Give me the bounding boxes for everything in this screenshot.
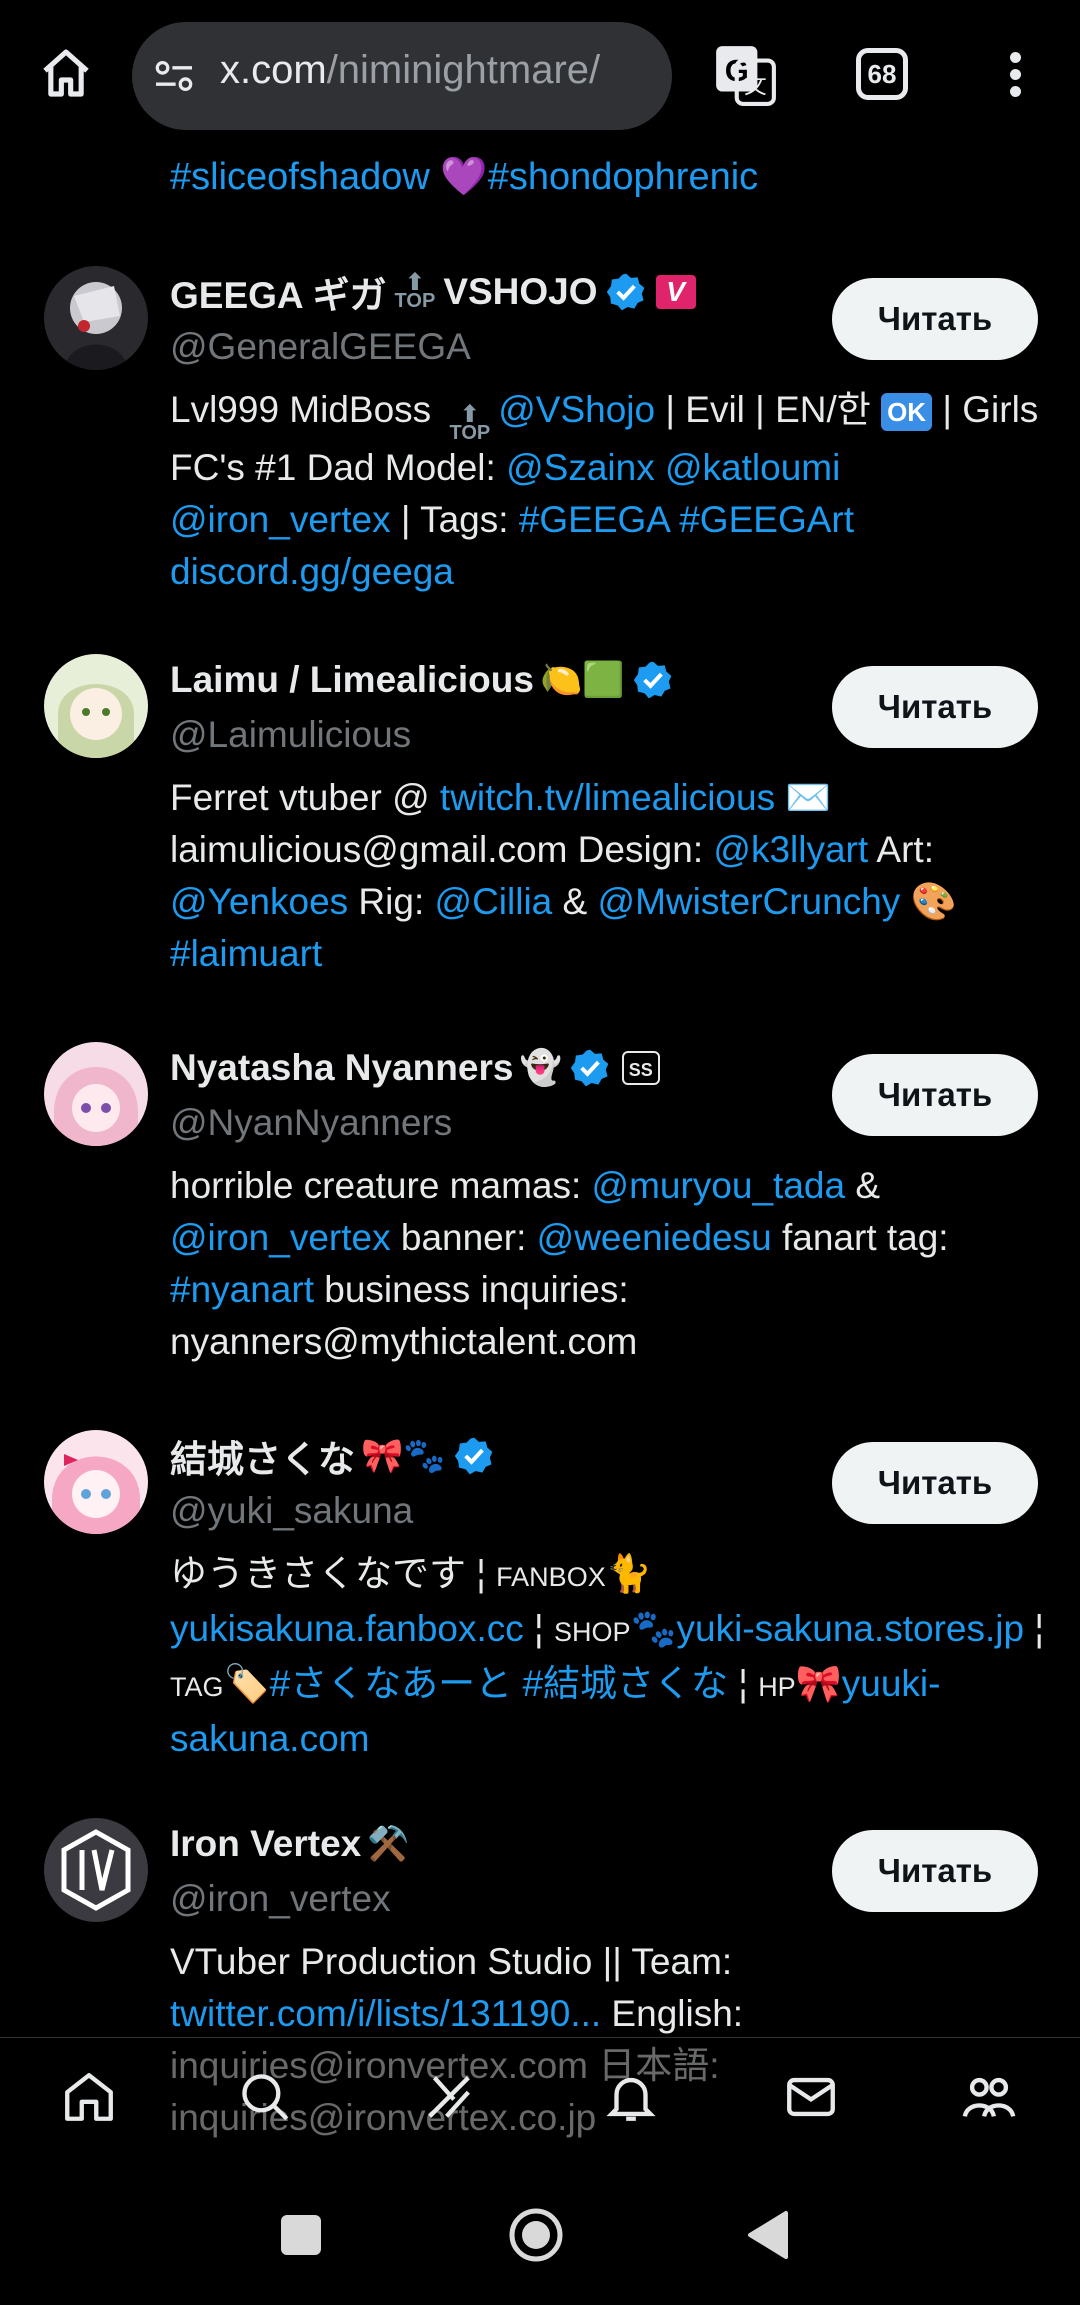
user-bio: ゆうきさくなです ¦ FANBOX🐈 yukisakuna.fanbox.cc ¦… — [170, 1553, 1044, 1759]
follow-button[interactable]: Читать — [832, 1054, 1038, 1136]
notifications-bell-icon[interactable] — [602, 2068, 660, 2126]
follow-button[interactable]: Читать — [832, 1442, 1038, 1524]
avatar[interactable] — [44, 654, 148, 758]
mention-link[interactable]: @Cillia — [435, 881, 553, 922]
mention-link[interactable]: @iron_vertex — [170, 1217, 391, 1258]
display-name-row: Laimu / Limealicious 🍋🟩 — [170, 654, 673, 706]
home-icon[interactable] — [60, 2068, 118, 2126]
affiliate-badge[interactable]: SS — [621, 1051, 660, 1085]
previous-bio-tail: #sliceofshadow 💜#shondophrenic — [170, 155, 758, 199]
hashtag-link[interactable]: #shondophrenic — [488, 156, 758, 198]
site-settings-icon[interactable] — [154, 58, 194, 94]
back-button[interactable] — [746, 2209, 790, 2261]
system-home-button[interactable] — [508, 2207, 564, 2263]
url-link[interactable]: twitter.com/i/lists/131190... — [170, 1993, 601, 2034]
display-name-row: Iron Vertex ⚒️ — [170, 1818, 410, 1870]
verified-badge-icon — [454, 1437, 493, 1475]
top-badge: ⬆ TOP — [394, 269, 436, 312]
ribbon-emoji: 🎀 — [795, 1663, 842, 1704]
bottom-tab-bar — [0, 2037, 1080, 2154]
vshojo-affiliate-badge[interactable]: V — [655, 275, 696, 309]
url-link[interactable]: discord.gg/geega — [170, 551, 454, 592]
url-link[interactable]: twitch.tv/limealicious — [440, 777, 775, 818]
mention-link[interactable]: @Yenkoes — [170, 881, 348, 922]
lemon-green-square-emoji: 🍋🟩 — [539, 661, 625, 699]
display-name[interactable]: Iron Vertex — [170, 1823, 361, 1865]
display-name[interactable]: 結城さくな — [170, 1429, 355, 1483]
ghost-emoji: 👻 — [519, 1049, 562, 1087]
address-bar[interactable]: x.com/niminightmare/ — [132, 22, 672, 130]
verified-badge-icon — [570, 1049, 609, 1087]
ribbon-paws-emoji: 🎀🐾 — [361, 1437, 446, 1475]
svg-text:文: 文 — [744, 74, 767, 100]
hashtag-link[interactable]: #GEEGA — [519, 499, 669, 540]
user-handle[interactable]: @Laimulicious — [170, 714, 411, 756]
avatar[interactable] — [44, 1042, 148, 1146]
recents-button[interactable] — [281, 2215, 321, 2255]
mention-link[interactable]: @Szainx — [506, 447, 655, 488]
avatar[interactable] — [44, 1818, 148, 1922]
mention-link[interactable]: @katloumi — [665, 447, 840, 488]
more-menu-icon[interactable] — [1000, 48, 1030, 104]
mention-link[interactable]: @VShojo — [498, 389, 655, 430]
translate-icon[interactable]: G 文 — [712, 42, 778, 108]
palette-emoji: 🎨 — [900, 881, 957, 922]
mention-link[interactable]: @MwisterCrunchy — [598, 881, 901, 922]
avatar[interactable] — [44, 1430, 148, 1534]
messages-envelope-icon[interactable] — [782, 2068, 840, 2126]
communities-icon[interactable] — [960, 2068, 1018, 2126]
ok-emoji: OK — [881, 393, 933, 432]
hashtag-link[interactable]: #laimuart — [170, 933, 322, 974]
display-name-row: GEEGA ギガ ⬆ TOP VSHOJO V — [170, 266, 696, 318]
hashtag-link[interactable]: #さくなあーと — [270, 1663, 513, 1704]
verified-badge-icon — [633, 661, 671, 699]
paws-emoji: 🐾 — [630, 1608, 677, 1649]
user-handle[interactable]: @GeneralGEEGA — [170, 326, 471, 368]
display-name-row: 結城さくな 🎀🐾 — [170, 1430, 494, 1482]
system-navigation-bar — [0, 2153, 1080, 2305]
display-name[interactable]: VSHOJO — [443, 271, 597, 313]
display-name-row: Nyatasha Nyanners 👻 SS — [170, 1042, 660, 1094]
home-icon[interactable] — [38, 45, 94, 101]
avatar[interactable] — [44, 266, 148, 370]
user-handle[interactable]: @iron_vertex — [170, 1878, 391, 1920]
label-emoji: 🏷️ — [223, 1663, 270, 1704]
follow-button[interactable]: Читать — [832, 278, 1038, 360]
url-link[interactable]: yukisakuna.fanbox.cc — [170, 1608, 524, 1649]
cat-emoji: 🐈 — [605, 1553, 652, 1594]
url-link[interactable]: yuki-sakuna.stores.jp — [677, 1608, 1025, 1649]
user-bio: Ferret vtuber @ twitch.tv/limealicious ✉… — [170, 777, 957, 974]
hashtag-link[interactable]: #GEEGArt — [679, 499, 854, 540]
follow-button[interactable]: Читать — [832, 666, 1038, 748]
hashtag-link[interactable]: #結城さくな — [522, 1663, 728, 1704]
mention-link[interactable]: @muryou_tada — [592, 1165, 846, 1206]
user-handle[interactable]: @yuki_sakuna — [170, 1490, 413, 1532]
display-name[interactable]: GEEGA ギガ — [170, 265, 387, 319]
tab-switcher-button[interactable]: 68 — [856, 48, 908, 100]
hashtag-link[interactable]: #sliceofshadow — [170, 156, 430, 198]
follow-button[interactable]: Читать — [832, 1830, 1038, 1912]
user-handle[interactable]: @NyanNyanners — [170, 1102, 452, 1144]
search-icon[interactable] — [236, 2068, 294, 2126]
hashtag-link[interactable]: #nyanart — [170, 1269, 314, 1310]
hammer-pick-emoji: ⚒️ — [367, 1825, 410, 1863]
mention-link[interactable]: @iron_vertex — [170, 499, 391, 540]
mention-link[interactable]: @k3llyart — [713, 829, 868, 870]
mention-link[interactable]: @weeniedesu — [537, 1217, 772, 1258]
display-name[interactable]: Nyatasha Nyanners — [170, 1047, 513, 1089]
user-bio: horrible creature mamas: @muryou_tada & … — [170, 1165, 949, 1362]
url-text[interactable]: x.com/niminightmare/ — [220, 48, 600, 93]
verified-badge-icon — [606, 273, 644, 311]
top-badge: ⬆ TOP — [449, 401, 491, 444]
display-name[interactable]: Laimu / Limealicious — [170, 659, 534, 701]
user-bio: Lvl999 MidBoss ⬆ TOP @VShojo | Evil | EN/한… — [170, 389, 1039, 592]
grok-icon[interactable] — [420, 2068, 478, 2126]
purple-heart-emoji: 💜 — [440, 156, 488, 198]
browser-toolbar: x.com/niminightmare/ G 文 68 — [0, 0, 1080, 150]
envelope-emoji: ✉️ — [775, 777, 832, 818]
